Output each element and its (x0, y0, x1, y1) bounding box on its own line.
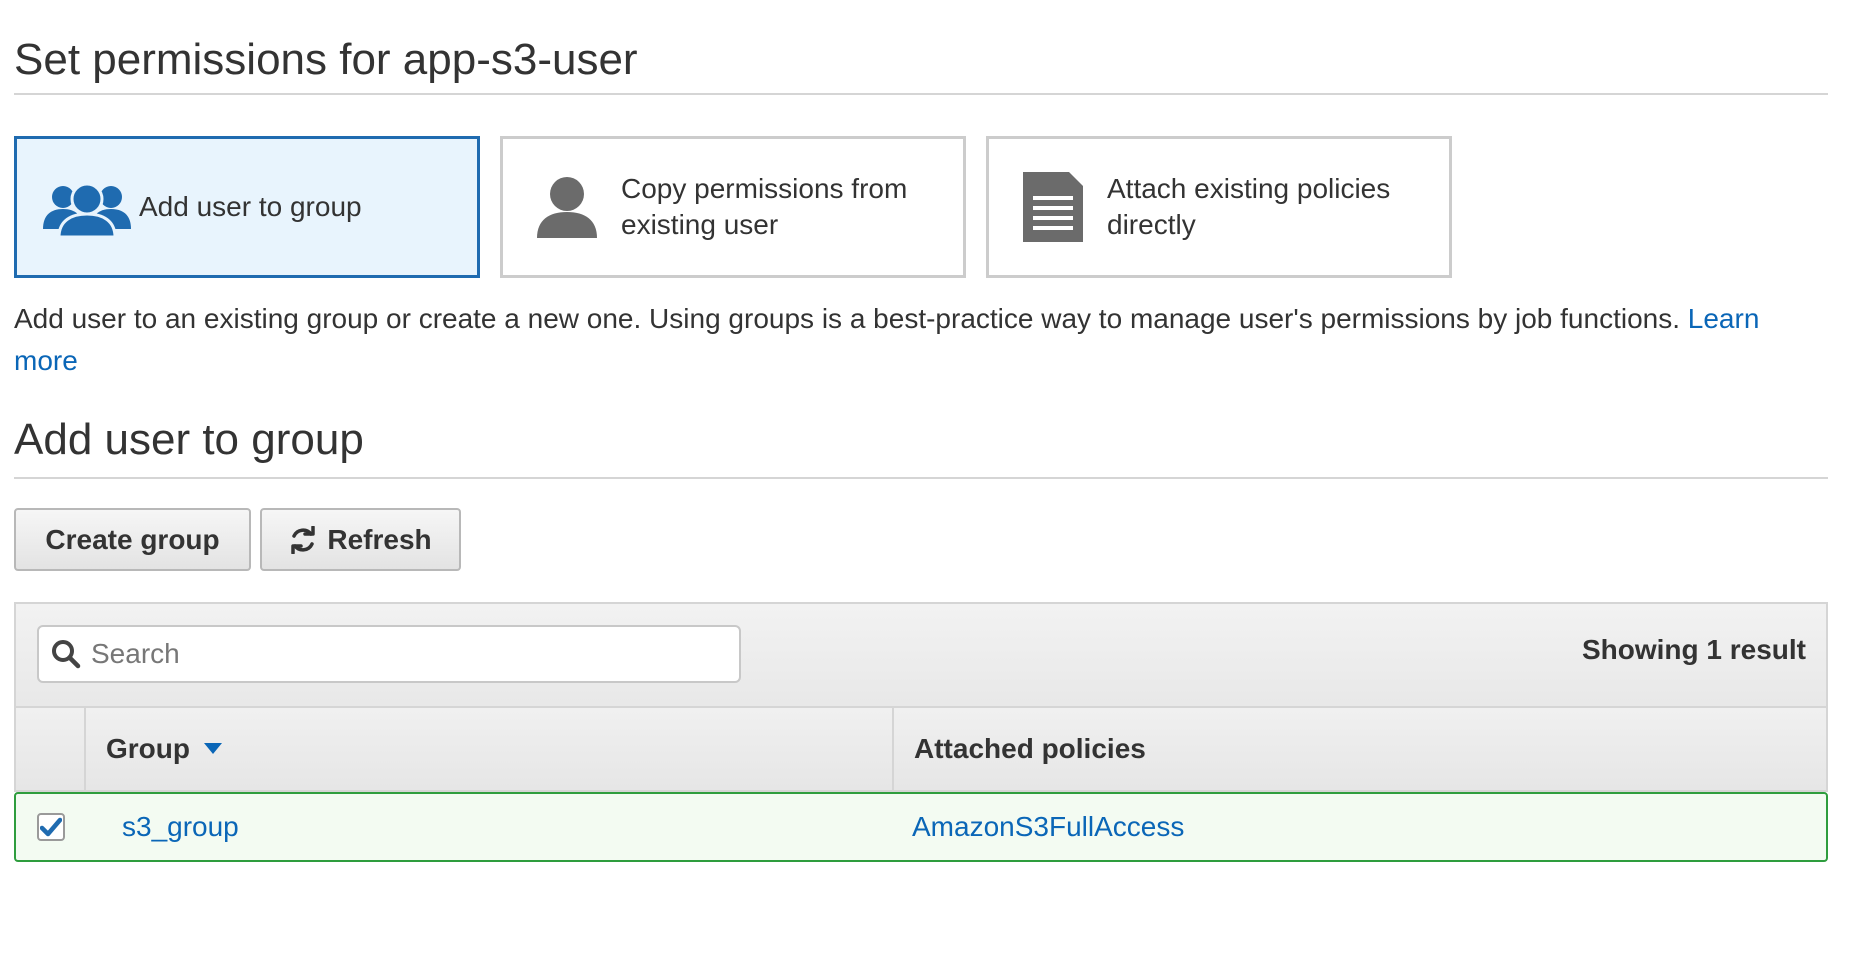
result-count: Showing 1 result (1581, 634, 1806, 665)
section-title: Add user to group (14, 415, 364, 464)
column-header-policies: Attached policies (894, 708, 1826, 790)
help-description: Add user to an existing group or create … (14, 303, 1680, 334)
column-header-policies-label: Attached policies (914, 733, 1146, 764)
row-policies-cell: AmazonS3FullAccess (894, 811, 1826, 843)
group-link[interactable]: s3_group (122, 811, 239, 842)
table-header: Group Attached policies (14, 706, 1828, 792)
search-input[interactable] (89, 637, 713, 671)
help-text: Add user to an existing group or create … (14, 298, 1814, 382)
row-checkbox[interactable] (37, 813, 65, 841)
refresh-button[interactable]: Refresh (260, 508, 461, 571)
group-icon (41, 177, 133, 237)
option-label: Add user to group (139, 191, 362, 222)
column-header-group[interactable]: Group (86, 708, 894, 790)
refresh-icon (289, 525, 317, 554)
option-copy-permissions[interactable]: Copy permissions from existing user (500, 136, 966, 278)
create-group-button[interactable]: Create group (14, 508, 251, 571)
option-label: Attach existing policies directly (1107, 173, 1391, 240)
group-actions: Create group Refresh (14, 508, 461, 571)
checkmark-icon (40, 817, 62, 837)
option-attach-policies[interactable]: Attach existing policies directly (986, 136, 1452, 278)
document-icon (1023, 172, 1083, 242)
refresh-label: Refresh (327, 523, 432, 555)
search-box[interactable] (37, 625, 741, 683)
table-row[interactable]: s3_group AmazonS3FullAccess (14, 792, 1828, 862)
header-select-cell (16, 708, 86, 790)
column-header-group-label: Group (106, 733, 190, 764)
user-icon (537, 176, 597, 238)
row-group-cell: s3_group (86, 811, 894, 843)
create-group-label: Create group (45, 523, 220, 555)
policy-link[interactable]: AmazonS3FullAccess (912, 811, 1184, 842)
table-filter-bar: Showing 1 result (14, 602, 1828, 706)
title-divider (14, 93, 1828, 95)
sort-descending-icon (204, 743, 222, 755)
groups-table: Showing 1 result Group Attached policies (14, 602, 1828, 862)
permission-options: Add user to group Copy permissions from … (14, 136, 1452, 278)
page-title: Set permissions for app-s3-user (14, 35, 638, 84)
option-label: Copy permissions from existing user (621, 173, 908, 240)
row-select-cell (16, 813, 86, 841)
option-add-user-to-group[interactable]: Add user to group (14, 136, 480, 278)
search-icon (51, 639, 81, 669)
section-divider (14, 477, 1828, 479)
